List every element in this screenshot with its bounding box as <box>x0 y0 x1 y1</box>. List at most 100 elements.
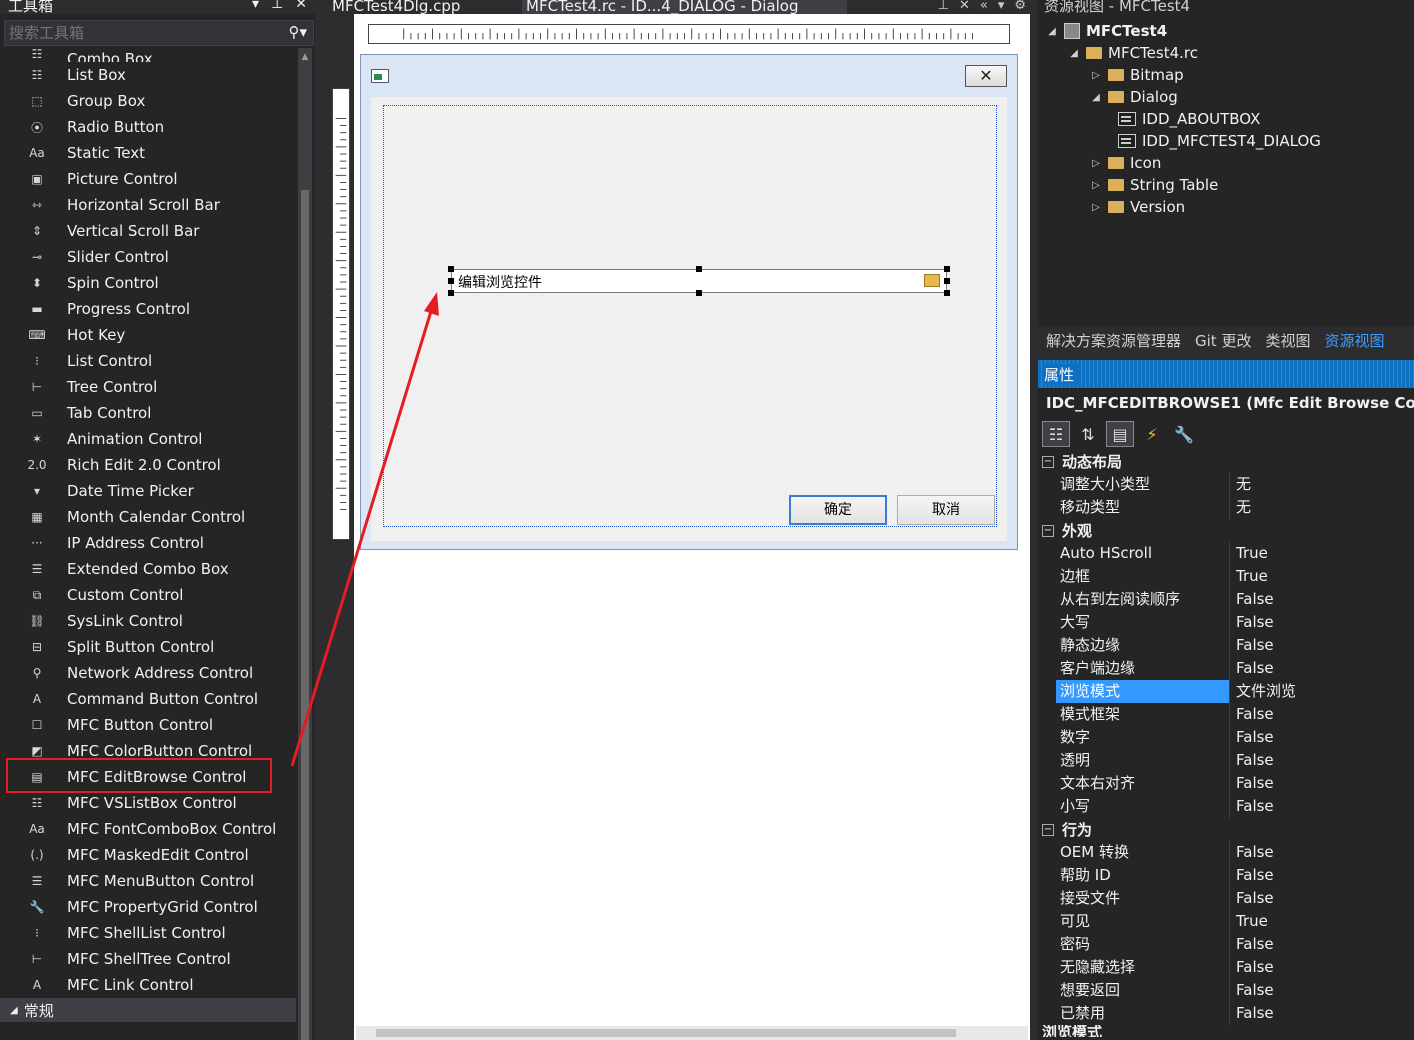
pin-icon[interactable]: ⊥ <box>938 0 949 13</box>
toolbox-item[interactable]: ⌨ Hot Key <box>0 322 296 348</box>
property-row[interactable]: 密码 False <box>1038 933 1414 956</box>
resize-handle[interactable] <box>696 290 702 296</box>
property-row[interactable]: OEM 转换 False <box>1038 841 1414 864</box>
tree-node-rc[interactable]: ◢ MFCTest4.rc <box>1068 42 1198 64</box>
property-value[interactable]: True <box>1230 910 1268 933</box>
toolbox-item[interactable]: ☰ MFC MenuButton Control <box>0 868 296 894</box>
tab-dialog-resource[interactable]: MFCTest4.rc - ID...4_DIALOG - Dialog <box>522 0 847 14</box>
property-value[interactable]: True <box>1230 565 1268 588</box>
scrollbar-thumb[interactable] <box>301 190 309 1040</box>
property-row[interactable]: 浏览模式 文件浏览 <box>1038 680 1414 703</box>
properties-icon[interactable]: ▤ <box>1106 421 1134 447</box>
toolbox-item[interactable]: ⛓ SysLink Control <box>0 608 296 634</box>
toolbox-item[interactable]: ▬ Progress Control <box>0 296 296 322</box>
resize-handle[interactable] <box>696 266 702 272</box>
tree-node-bitmap[interactable]: ▷ Bitmap <box>1090 64 1184 86</box>
property-row[interactable]: 静态边缘 False <box>1038 634 1414 657</box>
collapse-icon[interactable]: ◢ <box>1090 92 1102 103</box>
property-value[interactable]: False <box>1230 588 1274 611</box>
editor-hscrollbar[interactable] <box>356 1026 1028 1040</box>
property-row[interactable]: 边框 True <box>1038 565 1414 588</box>
toolbox-item[interactable]: Aa MFC FontComboBox Control <box>0 816 296 842</box>
dialog-preview[interactable]: ✕ 编辑浏览控件 确定 取消 <box>360 54 1018 550</box>
toolbox-item-partial[interactable]: ☷ Combo Box <box>0 48 296 62</box>
toolbox-item[interactable]: A Command Button Control <box>0 686 296 712</box>
toolbox-item[interactable]: ⊢ Tree Control <box>0 374 296 400</box>
wrench-icon[interactable]: 🔧 <box>1170 421 1198 447</box>
tab-resource-view[interactable]: 资源视图 <box>1324 330 1384 351</box>
property-category[interactable]: − 动态布局 <box>1038 450 1414 473</box>
toolbox-item[interactable]: ⧉ Custom Control <box>0 582 296 608</box>
property-row[interactable]: Auto HScroll True <box>1038 542 1414 565</box>
toolbox-item[interactable]: ⇕ Vertical Scroll Bar <box>0 218 296 244</box>
toolbox-search-input[interactable] <box>5 24 275 42</box>
dropdown-icon[interactable]: ▾ <box>252 0 259 11</box>
cancel-button[interactable]: 取消 <box>897 495 995 525</box>
tree-node-string-table[interactable]: ▷ String Table <box>1090 174 1218 196</box>
property-category[interactable]: − 外观 <box>1038 519 1414 542</box>
property-value[interactable]: False <box>1230 864 1274 887</box>
property-value[interactable]: False <box>1230 933 1274 956</box>
property-value[interactable]: 无 <box>1230 473 1251 496</box>
dropdown-icon[interactable]: ▾ <box>998 0 1005 13</box>
property-value[interactable]: False <box>1230 611 1274 634</box>
property-category[interactable]: − 行为 <box>1038 818 1414 841</box>
dialog-close-button[interactable]: ✕ <box>965 65 1007 87</box>
search-icon[interactable]: ⚲▾ <box>288 23 307 41</box>
property-value[interactable]: 文件浏览 <box>1230 680 1296 703</box>
resize-handle[interactable] <box>448 266 454 272</box>
toolbox-item[interactable]: ☰ Extended Combo Box <box>0 556 296 582</box>
gear-icon[interactable]: ⚙ <box>1014 0 1026 13</box>
toolbox-item[interactable]: ⬍ Spin Control <box>0 270 296 296</box>
property-row[interactable]: 接受文件 False <box>1038 887 1414 910</box>
property-row[interactable]: 模式框架 False <box>1038 703 1414 726</box>
close-icon[interactable]: ✕ <box>959 0 970 13</box>
property-value[interactable]: False <box>1230 657 1274 680</box>
property-row[interactable]: 透明 False <box>1038 749 1414 772</box>
resize-handle[interactable] <box>944 266 950 272</box>
property-row[interactable]: 从右到左阅读顺序 False <box>1038 588 1414 611</box>
toolbox-item[interactable]: ⊟ Split Button Control <box>0 634 296 660</box>
folder-icon[interactable] <box>924 274 940 287</box>
toolbox-item[interactable]: ▦ Month Calendar Control <box>0 504 296 530</box>
toolbox-item[interactable]: ⁝ MFC ShellList Control <box>0 920 296 946</box>
toolbox-item[interactable]: ⊢ MFC ShellTree Control <box>0 946 296 972</box>
expand-icon[interactable]: ▷ <box>1090 70 1102 81</box>
tree-node-project[interactable]: ◢ MFCTest4 <box>1046 20 1167 42</box>
property-row[interactable]: 移动类型无 <box>1038 496 1414 519</box>
tree-node-icon[interactable]: ▷ Icon <box>1090 152 1161 174</box>
property-value[interactable]: False <box>1230 749 1274 772</box>
tree-node-version[interactable]: ▷ Version <box>1090 196 1185 218</box>
toolbox-item[interactable]: A MFC Link Control <box>0 972 296 998</box>
scrollbar-thumb[interactable] <box>376 1029 956 1037</box>
ok-button[interactable]: 确定 <box>789 495 887 525</box>
collapse-icon[interactable]: − <box>1042 524 1054 537</box>
property-row[interactable]: 无隐藏选择 False <box>1038 956 1414 979</box>
dialog-client-area[interactable]: 编辑浏览控件 确定 取消 <box>371 97 1007 541</box>
property-row[interactable]: 调整大小类型无 <box>1038 473 1414 496</box>
resize-handle[interactable] <box>448 290 454 296</box>
property-value[interactable]: False <box>1230 841 1274 864</box>
collapse-icon[interactable]: − <box>1042 823 1054 836</box>
expand-icon[interactable]: ▷ <box>1090 158 1102 169</box>
tree-node-main-dialog[interactable]: IDD_MFCTEST4_DIALOG <box>1118 130 1321 152</box>
property-row[interactable]: 小写 False <box>1038 795 1414 818</box>
toolbox-item[interactable]: ··· IP Address Control <box>0 530 296 556</box>
property-value[interactable]: 无 <box>1230 496 1251 519</box>
toolbox-item[interactable]: ☷ List Box <box>0 62 296 88</box>
resize-handle[interactable] <box>944 278 950 284</box>
categorized-icon[interactable]: ☷ <box>1042 421 1070 447</box>
selected-object-name[interactable]: IDC_MFCEDITBROWSE1 (Mfc Edit Browse Cont… <box>1038 388 1414 418</box>
tab-git-changes[interactable]: Git 更改 <box>1195 330 1251 351</box>
toolbox-scrollbar[interactable]: ▲ <box>298 48 312 1040</box>
toolbox-item[interactable]: ⬚ Group Box <box>0 88 296 114</box>
tree-node-aboutbox[interactable]: IDD_ABOUTBOX <box>1118 108 1260 130</box>
expand-icon[interactable]: ▷ <box>1090 202 1102 213</box>
property-row[interactable]: 已禁用 False <box>1038 1002 1414 1025</box>
tab-class-view[interactable]: 类视图 <box>1265 330 1310 351</box>
toolbox-item[interactable]: ▾ Date Time Picker <box>0 478 296 504</box>
property-value[interactable]: False <box>1230 772 1274 795</box>
property-value[interactable]: False <box>1230 795 1274 818</box>
property-category-partial[interactable]: 浏览模式 <box>1038 1025 1414 1037</box>
toolbox-item[interactable]: 2.0 Rich Edit 2.0 Control <box>0 452 296 478</box>
